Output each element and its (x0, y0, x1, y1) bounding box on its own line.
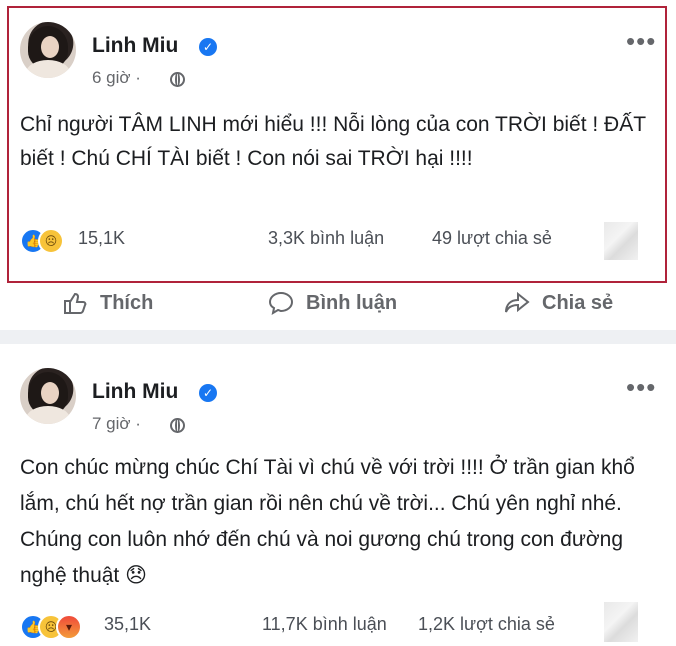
reaction-count[interactable]: 35,1K (104, 614, 151, 635)
post-card-2: Linh Miu ✓ 7 giờ · ••• Con chúc mừng chú… (0, 344, 676, 646)
post-card-1: Linh Miu ✓ 6 giờ · ••• Chỉ người TÂM LIN… (0, 0, 676, 286)
globe-icon (170, 418, 185, 433)
comment-count[interactable]: 3,3K bình luận (268, 228, 384, 249)
reaction-icons[interactable]: 👍 ☹ ▾ (20, 614, 100, 640)
post-divider (0, 330, 676, 344)
action-bar: Thích Bình luận Chia sẻ (0, 286, 676, 322)
comment-count[interactable]: 11,7K bình luận (262, 614, 387, 635)
author-name[interactable]: Linh Miu (92, 34, 178, 58)
share-icon (505, 291, 530, 313)
post-text: Con chúc mừng chúc Chí Tài vì chú về với… (20, 456, 635, 587)
post-text: Chỉ người TÂM LINH mới hiểu !!! Nỗi lòng… (20, 113, 646, 170)
post-time[interactable]: 6 giờ · (92, 68, 141, 88)
share-count[interactable]: 49 lượt chia sẻ (432, 228, 552, 249)
verified-badge-icon: ✓ (199, 384, 217, 402)
blurred-avatar (604, 222, 638, 260)
verified-badge-icon: ✓ (199, 38, 217, 56)
globe-icon (170, 72, 185, 87)
post-time[interactable]: 7 giờ · (92, 414, 141, 434)
like-label: Thích (100, 292, 154, 314)
comment-icon (268, 291, 294, 316)
reaction-count[interactable]: 15,1K (78, 228, 125, 249)
blurred-avatar (604, 602, 638, 642)
share-label: Chia sẻ (542, 292, 614, 314)
angry-icon: ▾ (56, 614, 82, 640)
avatar[interactable] (20, 368, 76, 424)
more-options-icon[interactable]: ••• (626, 374, 656, 400)
author-name[interactable]: Linh Miu (92, 380, 178, 404)
thumbs-up-icon (64, 292, 87, 314)
sad-icon: ☹ (38, 228, 64, 254)
avatar[interactable] (20, 22, 76, 78)
more-options-icon[interactable]: ••• (626, 28, 656, 54)
share-count[interactable]: 1,2K lượt chia sẻ (418, 614, 555, 635)
reaction-icons[interactable]: 👍 ☹ (20, 228, 76, 254)
comment-label: Bình luận (306, 292, 398, 314)
